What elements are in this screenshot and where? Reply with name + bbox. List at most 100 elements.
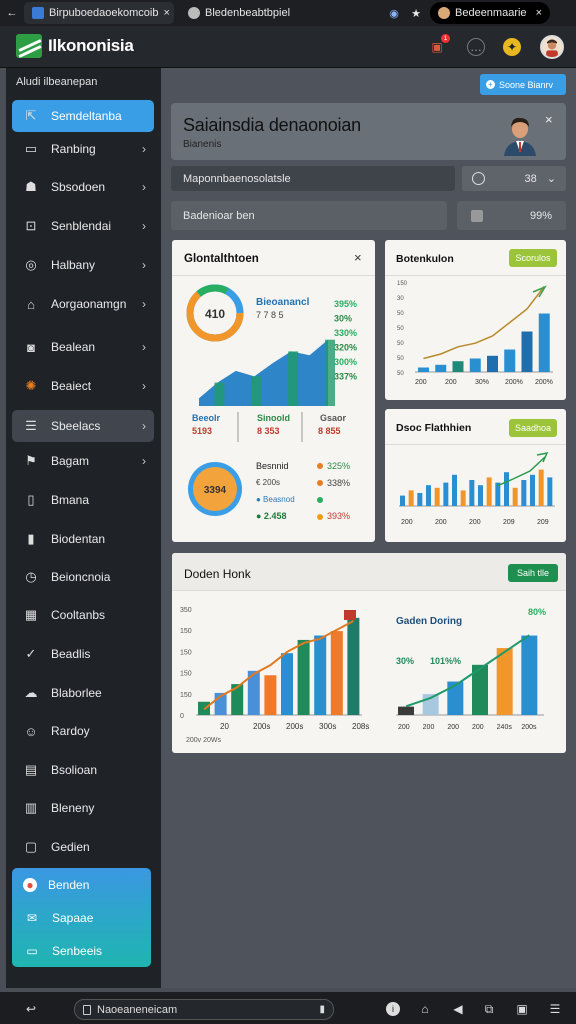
tabs-icon[interactable]: ⧉ (480, 1000, 498, 1018)
y-tick: 50 (397, 311, 404, 317)
sidebar-bottom-item[interactable]: ✉ Sapaae (12, 901, 151, 934)
sidebar-item-label: Biodentan (51, 532, 106, 546)
search-input[interactable]: Maponnbaenosolatsle (171, 166, 455, 191)
tab-1[interactable]: Birpuboedaoekomcoib × (24, 2, 174, 24)
sidebar-item[interactable]: ▥ Bleneny (12, 792, 154, 824)
sidebar-item[interactable]: ▦ Cooltanbs (12, 599, 154, 631)
tab-close-icon[interactable]: × (163, 7, 169, 19)
donut-sublabel: 7 7 8 5 (256, 310, 284, 320)
sun-icon[interactable]: ✦ (503, 38, 521, 56)
chevron-right-icon: › (142, 340, 146, 354)
top-action-button[interactable]: + Soone Bianrv (480, 74, 566, 95)
bar (452, 361, 464, 372)
back-button[interactable]: ← (2, 2, 22, 24)
tab-label: Bedeenmaarie (455, 7, 527, 19)
sidebar-item[interactable]: ▤ Bsolioan (12, 754, 154, 786)
sidebar-item[interactable]: ☺ Rardoy (12, 715, 154, 747)
flow-card: Dsoc Flathhien Saadhoa 200 200 200 209 209 (385, 409, 566, 542)
sidebar-item[interactable]: ✺ Beaiect › (12, 370, 154, 402)
folder-icon: ▭ (24, 141, 38, 156)
legend-dot (317, 480, 323, 486)
bell-icon[interactable]: ▣ 1 (428, 34, 450, 56)
secondary-input[interactable]: Badenioar ben (171, 201, 447, 230)
percent-label: 395% (334, 299, 357, 309)
percent-label: 300% (334, 357, 357, 367)
screen-icon[interactable]: ▣ (513, 1000, 531, 1018)
tab-close-icon[interactable]: × (536, 7, 542, 19)
user-avatar[interactable] (540, 35, 564, 59)
sidebar-item[interactable]: ☁ Blaborlee (12, 677, 154, 709)
chart-footnote: 200v 20Ws (186, 737, 222, 744)
gear-icon: ✺ (25, 378, 37, 393)
chevron-right-icon: › (142, 454, 146, 468)
count-select[interactable]: 38 ⌄ (462, 166, 566, 191)
sidebar-item-label: Bmana (51, 493, 90, 507)
sidebar-item[interactable]: ◎ Halbany › (12, 249, 154, 281)
browser-tab-bar: ← Birpuboedaoekomcoib × Bledenbeabtbpiel… (0, 0, 576, 26)
back-icon[interactable]: ↩ (22, 1000, 40, 1018)
person-icon: ☗ (25, 179, 37, 194)
share-icon[interactable]: ◀ (449, 1000, 467, 1018)
hero-close-icon[interactable]: × (545, 112, 553, 127)
x-tick: 209 (503, 519, 515, 526)
globe-icon[interactable]: ◉ (384, 2, 404, 24)
x-tick: 200 (447, 724, 459, 731)
sidebar-item[interactable]: ⚑ Bagam › (12, 445, 154, 477)
document-icon: ▯ (27, 492, 35, 507)
trend-chart: 150 30 50 50 50 50 50 200 200 30% 200% 200% (397, 281, 553, 386)
tab-2[interactable]: Bledenbeabtbpiel (180, 2, 380, 24)
sidebar-item[interactable]: ▮ Biodentan (12, 523, 154, 555)
chevron-right-icon: › (142, 142, 146, 156)
sidebar-bottom-item[interactable]: ● Benden (12, 868, 151, 901)
sidebar-item[interactable]: ▭ Ranbing › (12, 133, 154, 165)
x-tick: 200% (505, 379, 523, 386)
sidebar-item-label: Bsolioan (51, 763, 98, 777)
chevron-right-icon: › (142, 419, 146, 433)
percent-field[interactable]: 99% (457, 201, 566, 230)
tab-label: Bledenbeabtbpiel (205, 7, 291, 19)
bar (521, 480, 527, 506)
star-icon[interactable]: ★ (406, 2, 426, 24)
sidebar-item-label: Bagam (51, 454, 90, 468)
mic-icon[interactable]: ▮ (319, 1004, 325, 1015)
sidebar-item[interactable]: ⊡ Senblendai › (12, 210, 154, 242)
sidebar-item[interactable]: ▯ Bmana (12, 484, 154, 516)
sidebar-item[interactable]: ◙ Bealean › (12, 331, 154, 363)
subchart-title: Gaden Doring (396, 616, 462, 627)
bar (547, 477, 553, 506)
sidebar-item[interactable]: ⇱ Semdeltanba (12, 100, 154, 132)
sidebar-item-label: Gedien (51, 840, 90, 854)
sidebar-item-label: Semdeltanba (51, 109, 122, 123)
sidebar-item[interactable]: ✓ Beadlis (12, 638, 154, 670)
sidebar-item-label: Beadlis (51, 647, 91, 661)
chevron-right-icon: › (142, 379, 146, 393)
address-bar[interactable]: 200v 20WsNaoeaneneicam▮ (74, 999, 334, 1020)
menu-icon[interactable]: ☰ (546, 1000, 564, 1018)
legend-value: 393% (327, 511, 350, 521)
sidebar-item[interactable]: ☗ Sbsodoen › (12, 171, 154, 203)
donut2-label: Besnnid (256, 461, 289, 471)
bar (486, 477, 492, 506)
area-bar (214, 382, 225, 406)
legend-label: ● 2.458 (256, 511, 286, 521)
tab-3[interactable]: Bedeenmaarie × (430, 2, 550, 24)
area-bar (288, 351, 299, 406)
percent-list: 395% 30% 330% 320% 300% 337% (334, 299, 357, 382)
stat-label: Beeolr (192, 413, 221, 423)
chat-icon[interactable]: … (467, 38, 485, 56)
info-icon[interactable]: i (386, 1002, 400, 1016)
legend-dot (317, 514, 323, 520)
sidebar-item[interactable]: ◷ Beioncnoia (12, 561, 154, 593)
sidebar-item[interactable]: ☰ Sbeelacs › (12, 410, 154, 442)
sidebar-item-label: Sbsodoen (51, 180, 106, 194)
bar (281, 653, 293, 715)
chevron-right-icon: › (142, 180, 146, 194)
sidebar-item[interactable]: ⌂ Aorgaonamgn › (12, 288, 154, 320)
summary-card-graphics: 410 Bieoanancl 7 7 8 5 395% 30% 330% 320% 30… (186, 284, 357, 521)
sidebar-item[interactable]: ▢ Gedien (12, 831, 154, 863)
y-tick: 150 (180, 649, 192, 656)
sidebar-bottom-item[interactable]: ▭ Senbeeis (12, 934, 151, 967)
bar (398, 706, 414, 715)
sidebar-item-label: Bleneny (51, 801, 95, 815)
home-icon[interactable]: ⌂ (416, 1000, 434, 1018)
